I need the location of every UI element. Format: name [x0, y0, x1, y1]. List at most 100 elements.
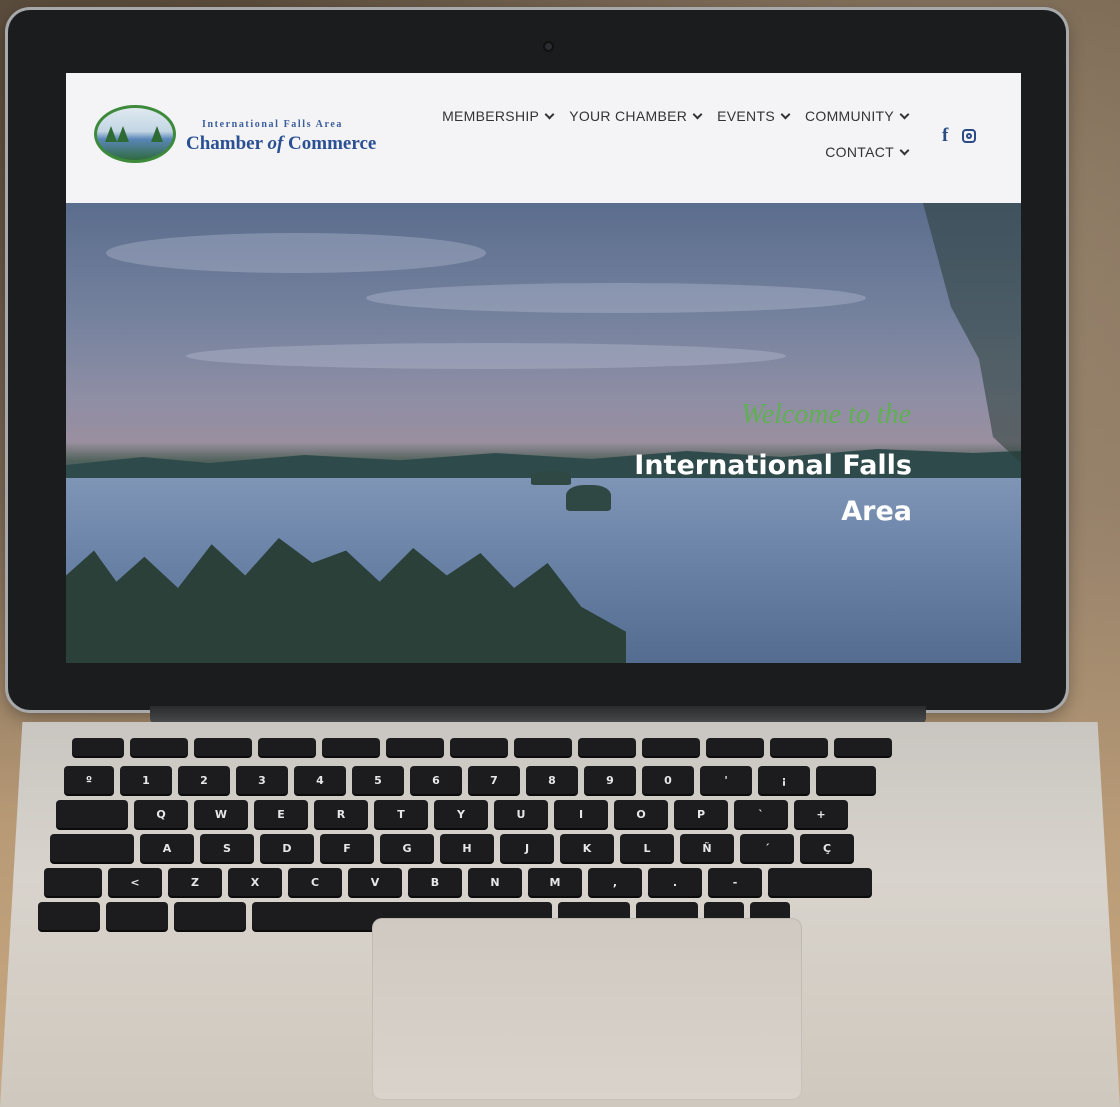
- keyboard-key[interactable]: [106, 902, 168, 930]
- nav-item-contact[interactable]: CONTACT: [825, 144, 910, 160]
- keyboard-key[interactable]: [578, 738, 636, 756]
- hero-title: International Falls Area: [566, 443, 912, 535]
- keyboard-key[interactable]: [258, 738, 316, 756]
- keyboard-key[interactable]: [322, 738, 380, 756]
- keyboard-key[interactable]: ,: [588, 868, 642, 896]
- chevron-down-icon: [780, 109, 791, 120]
- keyboard-key[interactable]: [194, 738, 252, 756]
- keyboard-key[interactable]: <: [108, 868, 162, 896]
- keyboard-key[interactable]: [770, 738, 828, 756]
- chevron-down-icon: [899, 109, 910, 120]
- keyboard-key[interactable]: K: [560, 834, 614, 862]
- keyboard-key[interactable]: J: [500, 834, 554, 862]
- keyboard-key[interactable]: 6: [410, 766, 462, 794]
- keyboard-key[interactable]: G: [380, 834, 434, 862]
- keyboard-key[interactable]: 4: [294, 766, 346, 794]
- keyboard: º 1 2 3 4 5 6 7 8 9 0 ' ¡ Q W E R T Y U I O P ` + A S D F G H J K L Ñ ´ Ç …: [38, 738, 1098, 930]
- cloud: [366, 283, 866, 313]
- keyboard-key[interactable]: E: [254, 800, 308, 828]
- logo-title: Chamber of Commerce: [186, 133, 377, 154]
- keyboard-key[interactable]: Q: [134, 800, 188, 828]
- chevron-down-icon: [544, 109, 555, 120]
- keyboard-key[interactable]: [44, 868, 102, 896]
- keyboard-key[interactable]: 0: [642, 766, 694, 794]
- keyboard-key[interactable]: [706, 738, 764, 756]
- keyboard-key[interactable]: 5: [352, 766, 404, 794]
- trackpad[interactable]: [372, 918, 802, 1100]
- hero-welcome: Welcome to the: [740, 399, 911, 430]
- keyboard-key[interactable]: B: [408, 868, 462, 896]
- keyboard-key[interactable]: 9: [584, 766, 636, 794]
- keyboard-key[interactable]: º: [64, 766, 114, 794]
- keyboard-key[interactable]: O: [614, 800, 668, 828]
- keyboard-key[interactable]: [768, 868, 872, 896]
- keyboard-key[interactable]: +: [794, 800, 848, 828]
- instagram-icon[interactable]: [962, 129, 977, 143]
- logo-emblem-icon: [94, 105, 176, 163]
- keyboard-key[interactable]: `: [734, 800, 788, 828]
- keyboard-key[interactable]: Ñ: [680, 834, 734, 862]
- keyboard-key[interactable]: Y: [434, 800, 488, 828]
- keyboard-key[interactable]: Z: [168, 868, 222, 896]
- keyboard-key[interactable]: R: [314, 800, 368, 828]
- hero-banner: Welcome to the International Falls Area: [66, 203, 1021, 663]
- keyboard-key[interactable]: 2: [178, 766, 230, 794]
- keyboard-key[interactable]: V: [348, 868, 402, 896]
- keyboard-key[interactable]: [130, 738, 188, 756]
- keyboard-key[interactable]: T: [374, 800, 428, 828]
- keyboard-key[interactable]: N: [468, 868, 522, 896]
- keyboard-key[interactable]: S: [200, 834, 254, 862]
- keyboard-key[interactable]: W: [194, 800, 248, 828]
- keyboard-key[interactable]: [450, 738, 508, 756]
- nav-item-membership[interactable]: MEMBERSHIP: [442, 108, 555, 124]
- key-row: A S D F G H J K L Ñ ´ Ç: [50, 834, 854, 862]
- site-header: International Falls Area Chamber of Comm…: [66, 73, 1021, 203]
- nav-item-events[interactable]: EVENTS: [717, 108, 791, 124]
- nav-row-1: MEMBERSHIP YOUR CHAMBER EVENTS COMMUNITY: [438, 108, 910, 124]
- chevron-down-icon: [899, 145, 910, 156]
- keyboard-key[interactable]: [38, 902, 100, 930]
- keyboard-key[interactable]: 7: [468, 766, 520, 794]
- keyboard-key[interactable]: 1: [120, 766, 172, 794]
- keyboard-key[interactable]: H: [440, 834, 494, 862]
- nav-item-community[interactable]: COMMUNITY: [805, 108, 910, 124]
- keyboard-key[interactable]: ': [700, 766, 752, 794]
- keyboard-key[interactable]: M: [528, 868, 582, 896]
- keyboard-key[interactable]: P: [674, 800, 728, 828]
- cloud: [186, 343, 786, 369]
- keyboard-key[interactable]: .: [648, 868, 702, 896]
- cloud: [106, 233, 486, 273]
- keyboard-key[interactable]: [56, 800, 128, 828]
- keyboard-key[interactable]: [386, 738, 444, 756]
- keyboard-key[interactable]: L: [620, 834, 674, 862]
- keyboard-key[interactable]: D: [260, 834, 314, 862]
- laptop-screen: International Falls Area Chamber of Comm…: [66, 73, 1021, 663]
- keyboard-key[interactable]: -: [708, 868, 762, 896]
- key-row: Q W E R T Y U I O P ` +: [56, 800, 848, 828]
- keyboard-key[interactable]: Ç: [800, 834, 854, 862]
- keyboard-key[interactable]: [72, 738, 124, 756]
- facebook-icon[interactable]: f: [942, 126, 948, 145]
- chamber-logo[interactable]: International Falls Area Chamber of Comm…: [94, 105, 394, 167]
- keyboard-key[interactable]: [816, 766, 876, 794]
- keyboard-key[interactable]: [514, 738, 572, 756]
- keyboard-key[interactable]: [50, 834, 134, 862]
- keyboard-key[interactable]: [834, 738, 892, 756]
- camera-icon: [545, 43, 552, 50]
- keyboard-key[interactable]: C: [288, 868, 342, 896]
- chevron-down-icon: [692, 109, 703, 120]
- keyboard-key[interactable]: X: [228, 868, 282, 896]
- keyboard-key[interactable]: [642, 738, 700, 756]
- keyboard-key[interactable]: 8: [526, 766, 578, 794]
- keyboard-key[interactable]: I: [554, 800, 608, 828]
- keyboard-key[interactable]: F: [320, 834, 374, 862]
- keyboard-key[interactable]: ¡: [758, 766, 810, 794]
- keyboard-key[interactable]: U: [494, 800, 548, 828]
- keyboard-key[interactable]: 3: [236, 766, 288, 794]
- hero-title-line-1: International Falls: [634, 450, 912, 481]
- keyboard-key[interactable]: A: [140, 834, 194, 862]
- nav-item-your-chamber[interactable]: YOUR CHAMBER: [569, 108, 703, 124]
- laptop-lid: International Falls Area Chamber of Comm…: [8, 10, 1066, 710]
- keyboard-key[interactable]: ´: [740, 834, 794, 862]
- keyboard-key[interactable]: [174, 902, 246, 930]
